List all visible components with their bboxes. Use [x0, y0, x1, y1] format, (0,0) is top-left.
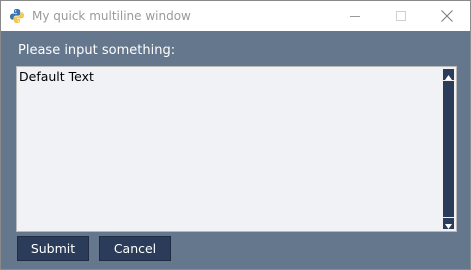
minimize-button[interactable] [332, 1, 378, 31]
scroll-thumb[interactable] [443, 81, 454, 217]
scroll-up-button[interactable] [443, 69, 454, 80]
multiline-input-text: Default Text [19, 69, 94, 84]
window-title: My quick multiline window [32, 9, 191, 23]
scroll-down-button[interactable] [443, 218, 454, 229]
maximize-icon [395, 7, 407, 26]
python-icon [9, 8, 25, 24]
cancel-button[interactable]: Cancel [99, 236, 171, 261]
multiline-input[interactable]: Default Text [16, 66, 457, 232]
prompt-label: Please input something: [18, 43, 176, 58]
title-bar[interactable]: My quick multiline window [1, 1, 470, 31]
maximize-button[interactable] [378, 1, 424, 31]
app-window: My quick multiline window Please input s… [0, 0, 471, 270]
minimize-icon [349, 7, 361, 26]
vertical-scrollbar[interactable] [442, 68, 455, 230]
close-button[interactable] [424, 1, 470, 31]
close-icon [441, 7, 453, 26]
submit-button[interactable]: Submit [17, 236, 89, 261]
triangle-down-icon [445, 214, 452, 233]
